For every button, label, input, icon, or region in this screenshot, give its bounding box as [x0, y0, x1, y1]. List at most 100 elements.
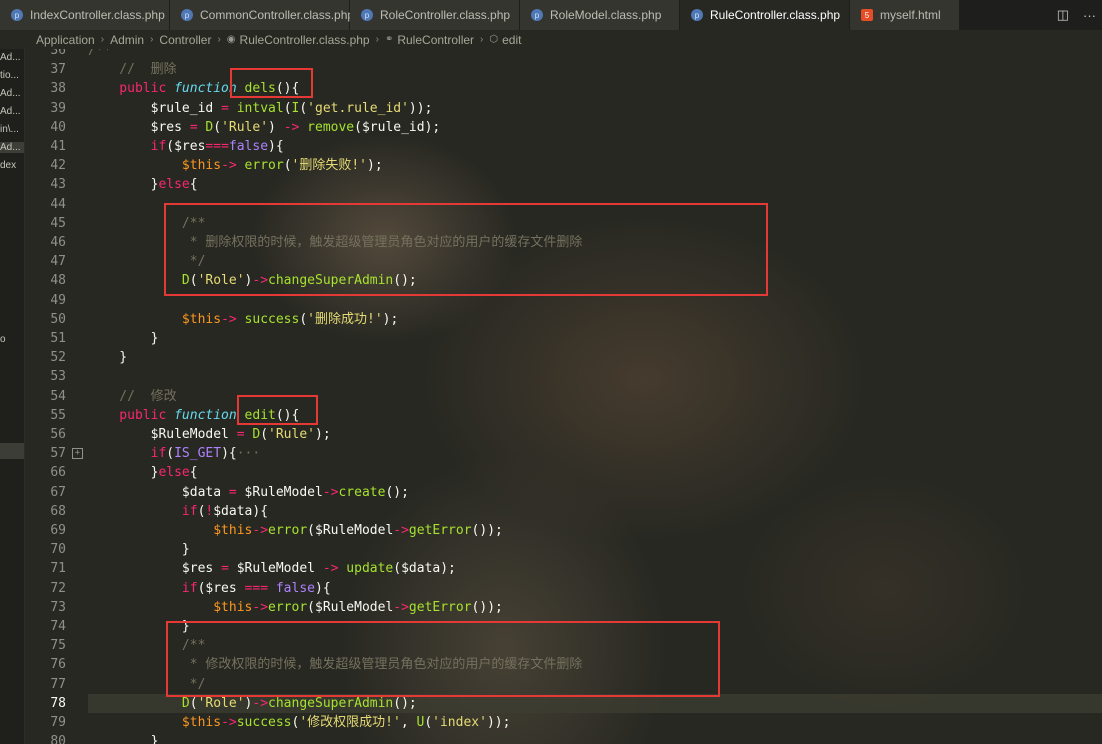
tab-commoncontroller-class-php[interactable]: p CommonController.class.php	[170, 0, 354, 30]
breadcrumb-item[interactable]: RuleController	[397, 33, 474, 47]
breadcrumb-item[interactable]: Application	[36, 33, 95, 47]
code-token: ->	[221, 715, 237, 730]
sidebar-item[interactable]: Ad...	[0, 142, 24, 153]
code-token: $RuleModel	[88, 427, 237, 442]
line-number: 70	[50, 542, 66, 557]
code-token: $this	[88, 523, 253, 538]
explorer-sidebar: Ad... tio... Ad... Ad... in\... Ad... dex o	[0, 49, 25, 744]
code-token: ->	[221, 158, 245, 173]
code-line[interactable]: }	[88, 348, 127, 367]
more-actions-icon[interactable]: ···	[1083, 8, 1096, 23]
code-line[interactable]: $this->error($RuleModel->getError());	[88, 598, 503, 617]
tab-label: IndexController.class.php	[30, 8, 165, 22]
php-file-icon: p	[361, 9, 373, 21]
chevron-right-icon: ›	[217, 34, 221, 45]
code-token: ->	[252, 523, 269, 538]
chevron-right-icon: ›	[150, 34, 154, 45]
code-token: ($res	[197, 581, 245, 596]
code-line[interactable]: $this-> error('删除失败!');	[88, 156, 383, 175]
code-token: if	[88, 581, 198, 596]
code-line[interactable]: $RuleModel = D('Rule');	[88, 425, 331, 444]
sidebar-item[interactable]: o	[0, 334, 6, 345]
code-token: ));	[408, 101, 433, 116]
code-token: (	[299, 312, 308, 327]
code-token: (	[283, 158, 292, 173]
code-line[interactable]: $this->success('修改权限成功!', U('index'));	[88, 713, 511, 732]
code-line[interactable]: }	[88, 540, 190, 559]
sidebar-item[interactable]: Ad...	[0, 106, 21, 117]
code-token: }	[88, 734, 159, 744]
line-number: 48	[50, 273, 66, 288]
html-file-icon: 5	[861, 9, 873, 21]
code-token: public	[88, 408, 175, 423]
code-line[interactable]: $data = $RuleModel->create();	[88, 483, 409, 502]
code-token: {	[189, 177, 198, 192]
code-line[interactable]: $this-> success('删除成功!');	[88, 310, 398, 329]
code-token: $data	[88, 485, 229, 500]
code-token: remove	[307, 120, 355, 135]
php-file-icon: p	[11, 9, 23, 21]
code-token: (	[424, 715, 433, 730]
code-token: else	[158, 465, 190, 480]
php-file-icon: p	[531, 9, 543, 21]
code-editor[interactable]: 36/** 37 // 删除 38 public function dels(){3…	[24, 49, 1102, 744]
sidebar-item[interactable]: Ad...	[0, 52, 21, 63]
code-token: error	[268, 600, 308, 615]
code-line[interactable]: if($res===false){	[88, 137, 284, 156]
code-line[interactable]: // 修改	[88, 387, 176, 406]
line-number: 78	[50, 696, 66, 711]
code-line[interactable]: }	[88, 732, 159, 744]
code-token: false	[275, 581, 315, 596]
code-line[interactable]: // 删除	[88, 60, 177, 79]
code-token: ···	[236, 446, 261, 461]
code-token: =	[221, 101, 237, 116]
split-editor-icon[interactable]: ◫	[1057, 7, 1069, 23]
code-token: error	[244, 158, 284, 173]
code-token: ->	[283, 120, 308, 135]
line-number: 53	[50, 369, 66, 384]
code-token: // 删除	[88, 62, 177, 77]
code-line[interactable]: $res = $RuleModel -> update($data);	[88, 559, 456, 578]
code-token: }	[88, 350, 128, 365]
code-token: $data){	[213, 504, 269, 519]
code-token: function	[174, 408, 245, 423]
code-token: );	[382, 312, 399, 327]
line-number: 67	[50, 485, 66, 500]
sidebar-item[interactable]: in\...	[0, 124, 19, 135]
line-number: 50	[50, 312, 66, 327]
tab-rolecontroller-class-php[interactable]: p RoleController.class.php	[350, 0, 520, 30]
code-token: intval	[236, 101, 284, 116]
code-token: }	[88, 177, 159, 192]
code-line[interactable]: $this->error($RuleModel->getError());	[88, 521, 503, 540]
breadcrumb-item[interactable]: RuleController.class.php	[240, 33, 370, 47]
code-line[interactable]: }else{	[88, 175, 198, 194]
code-token: error	[268, 523, 308, 538]
sidebar-item[interactable]: tio...	[0, 70, 19, 81]
line-number: 46	[50, 235, 66, 250]
code-line[interactable]: }	[88, 329, 159, 348]
code-line[interactable]: if(!$data){	[88, 502, 268, 521]
sidebar-item[interactable]: dex	[0, 160, 16, 171]
code-line[interactable]: $res = D('Rule') -> remove($rule_id);	[88, 118, 441, 137]
tab-rulecontroller-class-php[interactable]: pRuleController.class.php×	[680, 0, 859, 30]
code-line[interactable]: if(IS_GET){···	[88, 444, 261, 463]
code-line[interactable]: }else{	[88, 463, 198, 482]
code-line[interactable]: $rule_id = intval(I('get.rule_id'));	[88, 99, 433, 118]
breadcrumb-item[interactable]: Admin	[110, 33, 144, 47]
code-line[interactable]: /**	[88, 49, 111, 60]
tab-rolemodel-class-php[interactable]: p RoleModel.class.php	[520, 0, 680, 30]
code-token: ();	[393, 696, 417, 711]
tab-myself-html[interactable]: 5 myself.html	[850, 0, 960, 30]
code-token: if	[88, 446, 167, 461]
breadcrumb-item[interactable]: Controller	[159, 33, 211, 47]
code-line[interactable]: if($res === false){	[88, 579, 331, 598]
sidebar-item[interactable]: Ad...	[0, 88, 21, 99]
tab-indexcontroller-class-php[interactable]: p IndexController.class.php	[0, 0, 170, 30]
line-number: 47	[50, 254, 66, 269]
code-token: ===	[205, 139, 229, 154]
line-number: 66	[50, 465, 66, 480]
expand-fold-icon[interactable]: +	[72, 448, 83, 459]
breadcrumb-item[interactable]: edit	[502, 33, 521, 47]
code-token: ,	[400, 715, 417, 730]
code-token: '修改权限成功!'	[299, 715, 401, 730]
